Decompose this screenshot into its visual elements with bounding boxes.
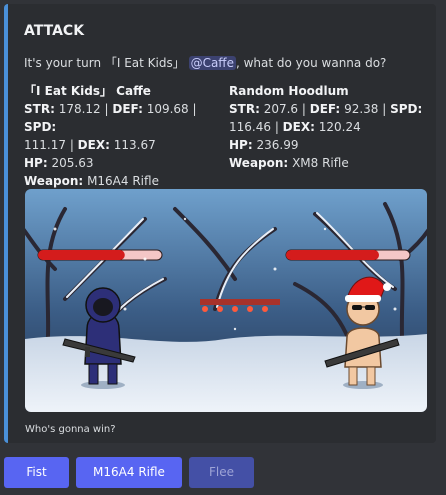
player-stats-field: 「I Eat Kids」 Caffe STR: 178.12 | DEF: 10… xyxy=(24,82,224,190)
attack-embed: ATTACK It's your turn 「I Eat Kids」 @Caff… xyxy=(4,4,436,443)
battle-scene-image[interactable] xyxy=(25,189,427,412)
desc-prefix: It's your turn xyxy=(24,56,105,70)
player-stats-line: STR: 178.12 | DEF: 109.68 | SPD: 111.17 |… xyxy=(24,102,197,152)
desc-suffix: , what do you wanna do? xyxy=(235,56,387,70)
player-health-bar xyxy=(37,249,163,261)
embed-footer: Who's gonna win? xyxy=(25,424,116,435)
enemy-stats-line: STR: 207.6 | DEF: 92.38 | SPD: 116.46 | D… xyxy=(229,102,423,134)
player-hp: HP: 205.63 xyxy=(24,156,94,170)
role-mention: 「I Eat Kids」 xyxy=(104,56,185,70)
player-name: 「I Eat Kids」 Caffe xyxy=(24,84,151,98)
embed-title: ATTACK xyxy=(24,23,85,39)
player-weapon: Weapon: M16A4 Rifle xyxy=(24,174,159,188)
enemy-hp: HP: 236.99 xyxy=(229,138,299,152)
enemy-stats-field: Random Hoodlum STR: 207.6 | DEF: 92.38 |… xyxy=(229,82,429,172)
enemy-weapon: Weapon: XM8 Rifle xyxy=(229,156,349,170)
battle-scene-svg xyxy=(25,189,427,412)
m16a4-rifle-button[interactable]: M16A4 Rifle xyxy=(76,457,182,488)
enemy-name: Random Hoodlum xyxy=(229,84,349,98)
fist-button[interactable]: Fist xyxy=(4,457,69,488)
user-mention[interactable]: @Caffe xyxy=(188,56,236,70)
flee-button: Flee xyxy=(189,457,254,488)
embed-description: It's your turn 「I Eat Kids」 @Caffe, what… xyxy=(24,54,434,71)
enemy-health-bar xyxy=(285,249,411,261)
